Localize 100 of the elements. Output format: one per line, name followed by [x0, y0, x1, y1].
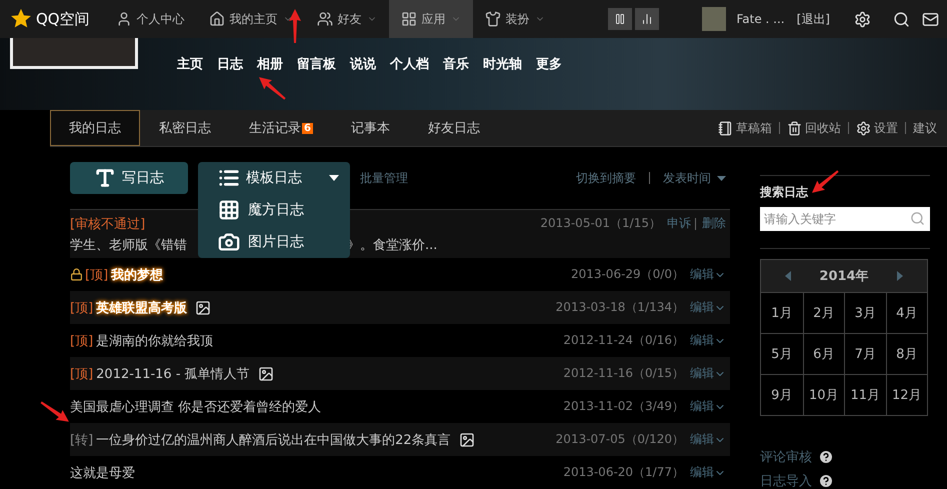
notebook-icon [718, 120, 733, 136]
month-cell[interactable]: 9月 [761, 374, 802, 415]
nav-item[interactable]: 好友 [304, 0, 389, 38]
repost-tag: [转] [70, 430, 94, 448]
logo-text: QQ空间 [36, 10, 90, 28]
friends-icon [316, 11, 333, 27]
tab[interactable]: 私密日志 [140, 110, 230, 146]
post-date: 2013-07-05（0/120） [556, 431, 684, 448]
home-icon [208, 11, 225, 27]
next-icon[interactable] [896, 271, 903, 281]
pinned-tag: [顶] [70, 298, 94, 316]
banner-nav-link[interactable]: 说说 [343, 55, 383, 73]
month-cell[interactable]: 5月 [761, 333, 802, 374]
month-cell[interactable]: 1月 [761, 292, 802, 333]
tab[interactable]: 好友日志 [408, 110, 499, 146]
tool-link[interactable]: 设置 [856, 120, 898, 136]
equalizer-button[interactable] [635, 8, 660, 30]
banner-nav-link[interactable]: 留言板 [290, 55, 343, 73]
pinned-tag: [顶] [70, 332, 94, 350]
banner-nav-link[interactable]: 主页 [170, 55, 210, 73]
search-label: 搜索日志 [760, 184, 808, 201]
month-cell[interactable]: 10月 [802, 374, 844, 415]
post-title[interactable]: 美国最虐心理调查 你是否还爱着曾经的爱人 [70, 398, 322, 416]
settings-icon [856, 120, 871, 136]
avatar-photo-placeholder[interactable] [702, 7, 726, 31]
month-cell[interactable]: 7月 [844, 333, 886, 374]
review-tag: [审核不通过] [70, 214, 146, 232]
menu-item[interactable]: 图片日志 [198, 226, 350, 258]
pinned-tag: [顶] [85, 266, 108, 284]
edit-link[interactable]: 编辑 [690, 266, 726, 283]
tool-link[interactable]: 建议 [913, 120, 937, 136]
banner-nav-link[interactable]: 个人档 [383, 55, 436, 73]
trash-icon [787, 120, 802, 136]
nav-item[interactable]: 应用 [388, 0, 473, 38]
banner-nav-link[interactable]: 相册 [250, 55, 290, 73]
post-title[interactable]: 是湖南的你就给我顶 [96, 332, 214, 350]
logo[interactable]: QQ空间 [0, 8, 104, 30]
previous-icon[interactable] [785, 271, 792, 281]
nav-item[interactable]: 个人中心 [104, 0, 197, 38]
post-title[interactable]: 2012-11-16 - 孤单情人节 [96, 364, 250, 382]
caret-icon [329, 175, 339, 181]
count-badge: 6 [302, 122, 313, 134]
camera-icon [218, 231, 240, 253]
post-date: 2012-11-16（0/15） [563, 365, 684, 382]
banner-nav-link[interactable]: 日志 [210, 55, 250, 73]
banner-nav-link[interactable]: 时光轴 [476, 55, 529, 73]
post-title[interactable]: 学生、老师版《错错 [70, 236, 187, 254]
edit-link[interactable]: 编辑 [690, 332, 726, 349]
pinned-tag: [顶] [70, 364, 94, 382]
batch-link[interactable]: 批量管理 [360, 170, 408, 186]
banner-nav-link[interactable]: 更多 [529, 55, 569, 73]
post-title[interactable]: 这就是母爱 [70, 464, 135, 482]
calendar-year: 2014年 [819, 268, 869, 285]
post-date: 2013-05-01（1/15） [540, 215, 661, 232]
post-date: 2013-03-18（1/134） [556, 299, 684, 316]
shirt-icon [484, 11, 501, 27]
post-date: 2013-06-20（1/77） [563, 464, 684, 481]
month-cell[interactable]: 11月 [844, 374, 886, 415]
logout-link[interactable]: [退出] [796, 10, 830, 28]
edit-link[interactable]: 编辑 [690, 398, 726, 415]
month-cell[interactable]: 12月 [886, 374, 927, 415]
help-icon [818, 449, 834, 465]
tab[interactable]: 记事本 [332, 110, 409, 146]
settings-icon[interactable] [854, 10, 871, 28]
banner-nav-link[interactable]: 音乐 [436, 55, 476, 73]
post-title[interactable]: 一位身价过亿的温州商人醉酒后说出在中国做大事的22条真言 [96, 430, 451, 448]
month-cell[interactable]: 8月 [886, 333, 927, 374]
edit-link[interactable]: 编辑 [690, 464, 726, 481]
post-date: 2013-06-29（0/0） [570, 266, 684, 283]
star-icon [10, 8, 32, 30]
text-icon [94, 167, 116, 189]
post-title[interactable]: 英雄联盟高考版 [96, 298, 188, 316]
post-date: 2012-11-24（0/16） [563, 332, 684, 349]
search-field[interactable]: 请输入关键字 [760, 207, 930, 231]
grid-icon [218, 199, 240, 221]
tool-link[interactable]: 草稿箱 [718, 120, 772, 136]
caret-icon[interactable] [717, 176, 726, 180]
pause-icon [614, 13, 626, 25]
tab[interactable]: 我的日志 [50, 110, 140, 146]
template-button[interactable]: 模板日志 [198, 162, 350, 194]
nav-item[interactable]: 我的主页 [196, 0, 305, 38]
month-cell[interactable]: 2月 [802, 292, 844, 333]
month-cell[interactable]: 3月 [844, 292, 886, 333]
month-cell[interactable]: 6月 [802, 333, 844, 374]
search-icon[interactable] [893, 10, 910, 28]
pause-button[interactable] [608, 8, 632, 30]
apps-icon [400, 11, 417, 27]
person-icon [116, 11, 132, 27]
mail-icon[interactable] [922, 10, 939, 28]
month-cell[interactable]: 4月 [886, 292, 927, 333]
nav-item[interactable]: 装扮 [472, 0, 557, 38]
post-title[interactable]: 我的梦想 [111, 266, 164, 284]
write-button[interactable]: 写日志 [70, 162, 188, 194]
user-name[interactable]: Fate . ... [736, 12, 785, 26]
tool-link[interactable]: 回收站 [787, 120, 841, 136]
menu-item[interactable]: 魔方日志 [198, 194, 350, 226]
sort-link[interactable]: 发表时间 [663, 170, 711, 186]
list-icon [218, 167, 240, 189]
tab[interactable]: 生活记录 6 [230, 110, 332, 146]
switch-view-link[interactable]: 切换到摘要 [576, 170, 636, 186]
